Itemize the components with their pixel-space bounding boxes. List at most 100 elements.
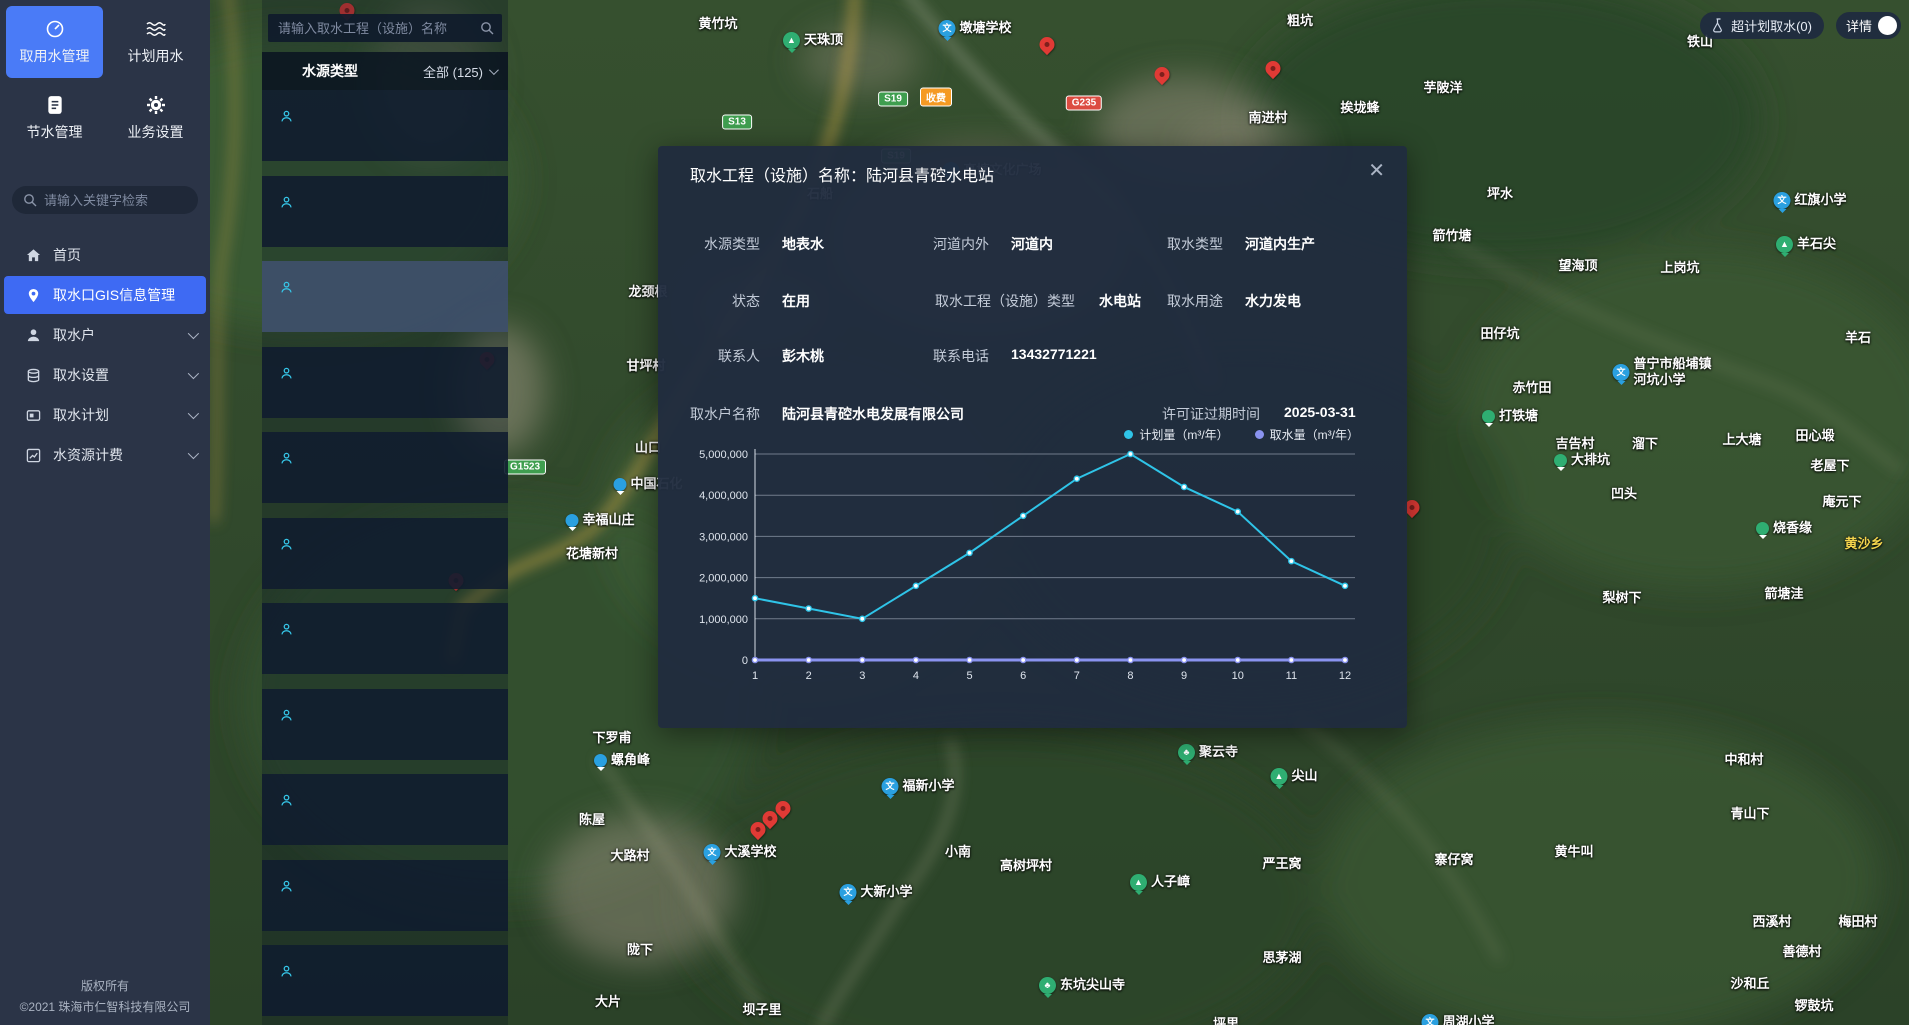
manual-monitor-link[interactable] bbox=[280, 965, 298, 978]
person-icon bbox=[280, 709, 293, 722]
map-place-text: 粗坑 bbox=[1287, 13, 1313, 29]
temple-marker-icon[interactable]: ♣ bbox=[1039, 977, 1056, 994]
list-item[interactable] bbox=[262, 261, 508, 332]
intake-point-pin[interactable] bbox=[1262, 58, 1283, 79]
map-place-text: 红旗小学 bbox=[1794, 192, 1846, 208]
field-label: 水源类型 bbox=[540, 234, 760, 254]
map-place-label: 严王窝 bbox=[1262, 856, 1301, 872]
map-place-text: 南进村 bbox=[1248, 110, 1287, 126]
detail-toggle[interactable]: 详情 bbox=[1836, 12, 1901, 39]
list-item[interactable] bbox=[262, 945, 508, 1016]
peak-marker-icon[interactable]: ▲ bbox=[1776, 236, 1793, 253]
module-water-intake[interactable]: 取用水管理 bbox=[6, 6, 103, 78]
manual-monitor-link[interactable] bbox=[280, 452, 298, 465]
list-item[interactable] bbox=[262, 774, 508, 845]
manual-monitor-link[interactable] bbox=[280, 281, 298, 294]
sidebar-item-gis[interactable]: 取水口GIS信息管理 bbox=[4, 276, 206, 314]
map-place-text: 墩塘学校 bbox=[959, 20, 1011, 36]
list-item[interactable] bbox=[262, 90, 508, 161]
manual-monitor-link[interactable] bbox=[280, 110, 298, 123]
manual-monitor-link[interactable] bbox=[280, 538, 298, 551]
map-place-text: 螺角峰 bbox=[611, 752, 650, 768]
list-item[interactable] bbox=[262, 176, 508, 247]
search-icon[interactable] bbox=[480, 21, 494, 35]
list-item[interactable] bbox=[262, 603, 508, 674]
chevron-down-icon bbox=[188, 408, 199, 419]
sidebar-item-billing[interactable]: 水资源计费 bbox=[0, 436, 210, 474]
list-item[interactable] bbox=[262, 860, 508, 931]
intake-point-pin[interactable] bbox=[1151, 64, 1172, 85]
person-icon bbox=[280, 538, 293, 551]
manual-monitor-link[interactable] bbox=[280, 196, 298, 209]
module-water-saving[interactable]: 节水管理 bbox=[6, 82, 103, 154]
school-marker-icon[interactable]: 文 bbox=[703, 844, 720, 861]
field-label: 状态 bbox=[540, 291, 760, 311]
map-place-label: 赤竹田 bbox=[1512, 380, 1551, 396]
legend-label: 取水量（m³/年） bbox=[1270, 426, 1359, 443]
map-place-label: ▲尖山 bbox=[1270, 768, 1317, 785]
legend-item[interactable]: 取水量（m³/年） bbox=[1255, 426, 1359, 443]
school-marker-icon[interactable]: 文 bbox=[1773, 192, 1790, 209]
source-type-filter: 水源类型 全部 (125) bbox=[262, 52, 508, 90]
poi-marker-icon[interactable] bbox=[1554, 454, 1567, 467]
filter-dropdown[interactable]: 全部 (125) bbox=[423, 62, 496, 81]
module-planned-water[interactable]: 计划用水 bbox=[107, 6, 204, 78]
manual-monitor-link[interactable] bbox=[280, 794, 298, 807]
keyword-search-input[interactable] bbox=[12, 186, 198, 214]
map-place-text: 东坑尖山寺 bbox=[1060, 977, 1125, 993]
map-place-text: 箭塘洼 bbox=[1764, 586, 1803, 602]
poi-marker-icon[interactable] bbox=[594, 754, 607, 767]
sidebar-item-intake-plan[interactable]: 取水计划 bbox=[0, 396, 210, 434]
list-item[interactable] bbox=[262, 518, 508, 589]
school-marker-icon[interactable]: 文 bbox=[839, 884, 856, 901]
field-value: 陆河县青硿水电发展有限公司 bbox=[782, 404, 964, 424]
map-place-label: 田仔坑 bbox=[1480, 326, 1519, 342]
map-place-text: 人子嶂 bbox=[1151, 874, 1190, 890]
gauge-icon bbox=[45, 19, 65, 39]
map-place-text: 尖山 bbox=[1291, 768, 1317, 784]
school-marker-icon[interactable]: 文 bbox=[1421, 1014, 1438, 1025]
map-place-text: 打铁塘 bbox=[1499, 408, 1538, 424]
poi-marker-icon[interactable] bbox=[1756, 522, 1769, 535]
sidebar-item-water-users[interactable]: 取水户 bbox=[0, 316, 210, 354]
sidebar-item-intake-settings[interactable]: 取水设置 bbox=[0, 356, 210, 394]
school-marker-icon[interactable]: 文 bbox=[881, 778, 898, 795]
map-place-label: 文周湖小学 bbox=[1421, 1014, 1494, 1025]
list-item[interactable] bbox=[262, 689, 508, 760]
manual-monitor-link[interactable] bbox=[280, 880, 298, 893]
filter-value: 全部 (125) bbox=[423, 62, 483, 81]
map-place-label: 吉告村 bbox=[1555, 436, 1594, 452]
svg-text:12: 12 bbox=[1339, 670, 1351, 682]
school-marker-icon[interactable]: 文 bbox=[1612, 364, 1629, 381]
station-search-input[interactable] bbox=[268, 21, 480, 36]
poi-marker-icon[interactable] bbox=[613, 478, 626, 491]
legend-item[interactable]: 计划量（m³/年） bbox=[1124, 426, 1228, 443]
module-business-settings[interactable]: 业务设置 bbox=[107, 82, 204, 154]
peak-marker-icon[interactable]: ▲ bbox=[1130, 874, 1147, 891]
waves-icon bbox=[145, 19, 167, 39]
peak-marker-icon[interactable]: ▲ bbox=[1270, 768, 1287, 785]
chevron-down-icon bbox=[188, 448, 199, 459]
person-icon bbox=[280, 367, 293, 380]
plan-vs-intake-chart[interactable]: 01,000,0002,000,0003,000,0004,000,0005,0… bbox=[678, 442, 1378, 692]
temple-marker-icon[interactable]: ♣ bbox=[1178, 744, 1195, 761]
poi-marker-icon[interactable] bbox=[565, 514, 578, 527]
peak-marker-icon[interactable]: ▲ bbox=[783, 32, 800, 49]
poi-marker-icon[interactable] bbox=[1482, 410, 1495, 423]
manual-monitor-link[interactable] bbox=[280, 709, 298, 722]
map-place-label: 芋陂洋 bbox=[1423, 80, 1462, 96]
copyright-line1: 版权所有 bbox=[0, 976, 210, 996]
map-place-text: 箭竹塘 bbox=[1432, 228, 1471, 244]
map-place-text: 坪里 bbox=[1213, 1016, 1239, 1025]
map-place-text: 烧香缘 bbox=[1773, 520, 1812, 536]
sidebar-item-home[interactable]: 首页 bbox=[0, 236, 210, 274]
school-marker-icon[interactable]: 文 bbox=[938, 20, 955, 37]
sidebar-nav: 首页 取水口GIS信息管理 取水户 取水设置 取水计划 bbox=[0, 236, 210, 474]
over-plan-badge[interactable]: 超计划取水(0) bbox=[1700, 12, 1824, 39]
toggle-knob[interactable] bbox=[1878, 16, 1897, 35]
manual-monitor-link[interactable] bbox=[280, 623, 298, 636]
list-item[interactable] bbox=[262, 347, 508, 418]
list-item[interactable] bbox=[262, 432, 508, 503]
manual-monitor-link[interactable] bbox=[280, 367, 298, 380]
intake-point-pin[interactable] bbox=[1036, 34, 1057, 55]
